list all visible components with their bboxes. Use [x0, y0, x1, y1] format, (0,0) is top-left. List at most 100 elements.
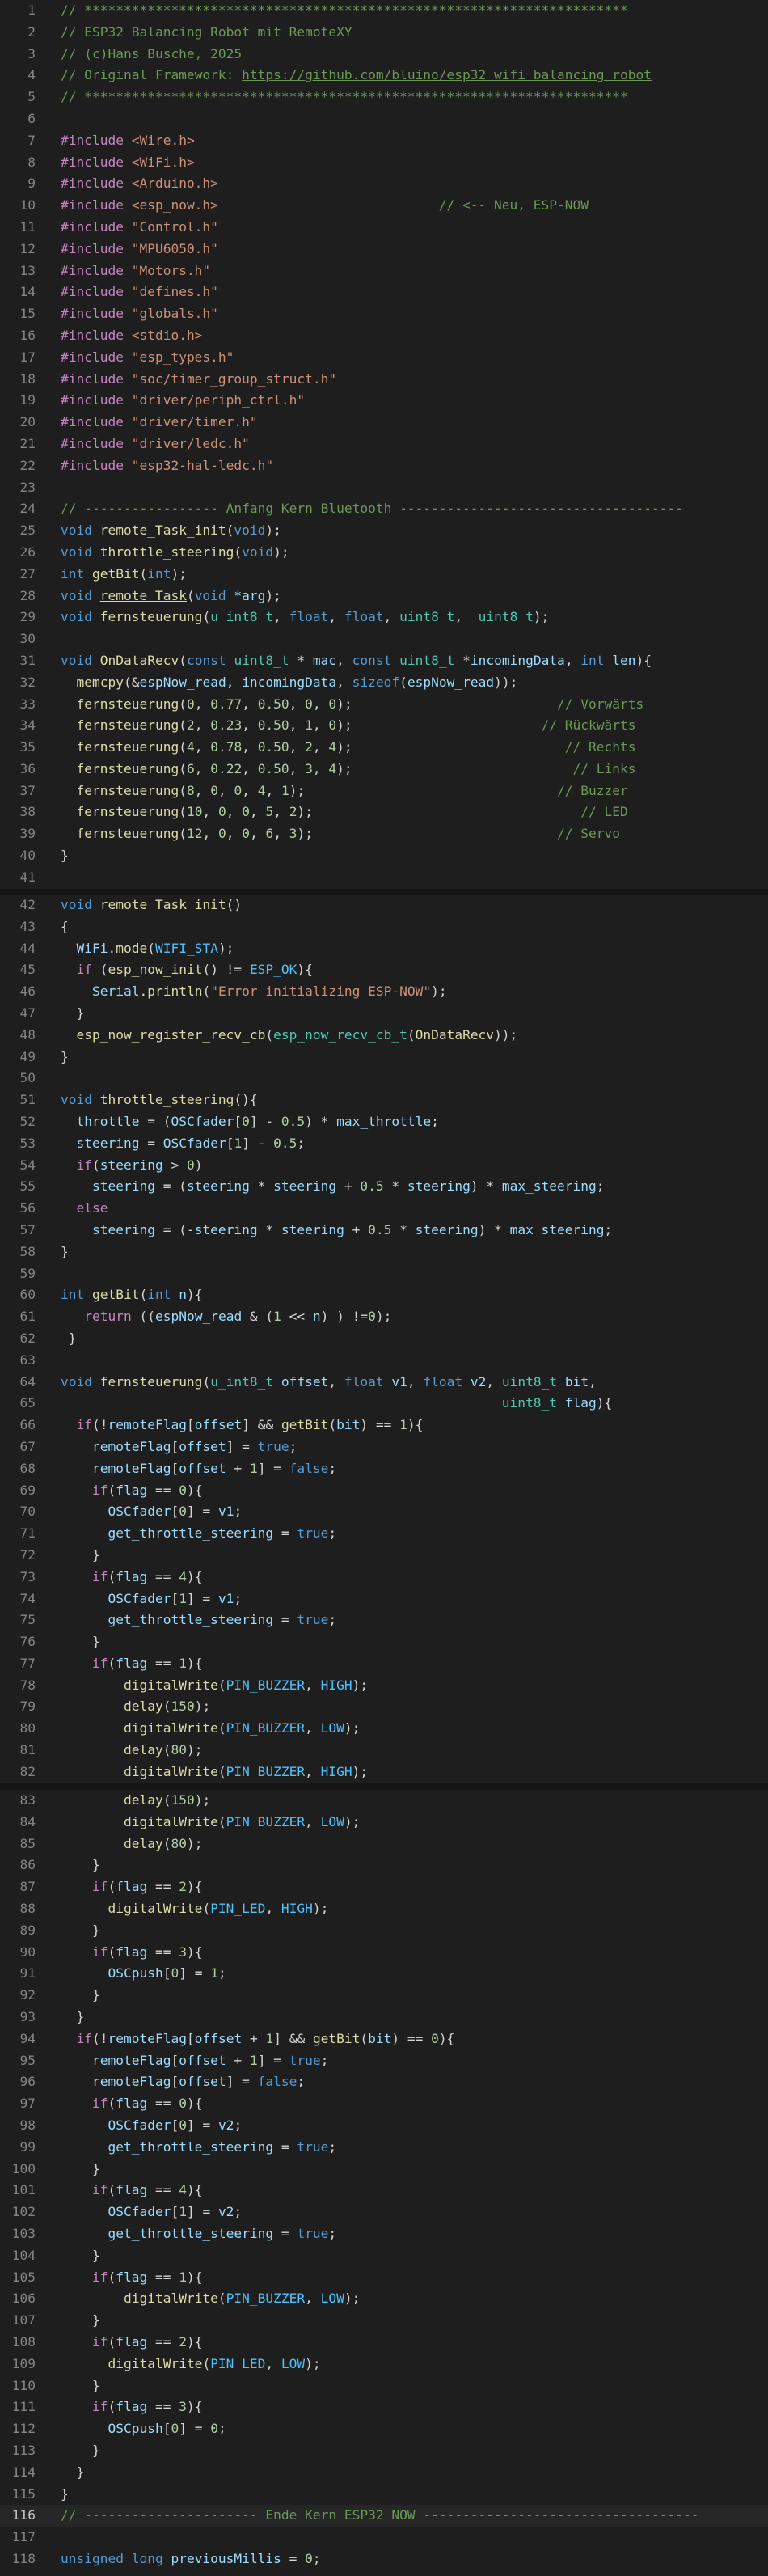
code-line[interactable]: 18 #include "soc/timer_group_struct.h" — [0, 369, 768, 391]
code-line[interactable]: 23 — [0, 477, 768, 499]
code-line[interactable]: 22 #include "esp32-hal-ledc.h" — [0, 455, 768, 477]
code-line[interactable]: 2 // ESP32 Balancing Robot mit RemoteXY — [0, 22, 768, 44]
code-line[interactable]: 85 delay(80); — [0, 1834, 768, 1855]
code-line[interactable]: 79 delay(150); — [0, 1696, 768, 1718]
code-line[interactable]: 116 // ---------------------- Ende Kern E… — [0, 2505, 768, 2527]
code-line[interactable]: 76 } — [0, 1631, 768, 1653]
code-line[interactable]: 35 fernsteuerung(4, 0.78, 0.50, 2, 4); /… — [0, 737, 768, 759]
code-line[interactable]: 37 fernsteuerung(8, 0, 0, 4, 1); // Buzz… — [0, 780, 768, 802]
code-line[interactable]: 84 digitalWrite(PIN_BUZZER, LOW); — [0, 1812, 768, 1834]
code-line[interactable]: 51 void throttle_steering(){ — [0, 1089, 768, 1111]
code-line[interactable]: 59 — [0, 1263, 768, 1285]
code-line[interactable]: 102 OSCfader[1] = v2; — [0, 2202, 768, 2223]
code-line[interactable]: 67 remoteFlag[offset] = true; — [0, 1436, 768, 1458]
code-line[interactable]: 55 steering = (steering * steering + 0.5… — [0, 1176, 768, 1198]
code-line[interactable]: 96 remoteFlag[offset] = false; — [0, 2071, 768, 2093]
code-line[interactable]: 63 — [0, 1350, 768, 1372]
code-line[interactable]: 45 if (esp_now_init() != ESP_OK){ — [0, 959, 768, 981]
code-line[interactable]: 88 digitalWrite(PIN_LED, HIGH); — [0, 1898, 768, 1920]
code-line[interactable]: 107 } — [0, 2310, 768, 2332]
code-line[interactable]: 1 // ************************************… — [0, 0, 768, 22]
code-line[interactable]: 64 void fernsteuerung(u_int8_t offset, fl… — [0, 1372, 768, 1394]
code-line[interactable]: 108 if(flag == 2){ — [0, 2332, 768, 2354]
code-line[interactable]: 66 if(!remoteFlag[offset] && getBit(bit)… — [0, 1415, 768, 1436]
code-line[interactable]: 104 } — [0, 2245, 768, 2267]
code-line[interactable]: 44 WiFi.mode(WIFI_STA); — [0, 938, 768, 960]
code-line[interactable]: 100 } — [0, 2159, 768, 2181]
code-line[interactable]: 95 remoteFlag[offset + 1] = true; — [0, 2050, 768, 2072]
code-line[interactable]: 89 } — [0, 1920, 768, 1942]
code-line[interactable]: 12 #include "MPU6050.h" — [0, 239, 768, 260]
code-line[interactable]: 115} — [0, 2484, 768, 2506]
code-line[interactable]: 10 #include <esp_now.h> // <-- Neu, ESP-N… — [0, 195, 768, 217]
code-line[interactable]: 81 delay(80); — [0, 1740, 768, 1762]
code-line[interactable]: 103 get_throttle_steering = true; — [0, 2223, 768, 2245]
code-line[interactable]: 61 return ((espNow_read & (1 << n) ) !=0… — [0, 1306, 768, 1328]
code-line[interactable]: 40} — [0, 845, 768, 867]
code-line[interactable]: 65 uint8_t flag){ — [0, 1393, 768, 1415]
code-line[interactable]: 6 — [0, 108, 768, 130]
code-line[interactable]: 29 void fernsteuerung(u_int8_t, float, fl… — [0, 607, 768, 628]
code-line[interactable]: 5 // ************************************… — [0, 87, 768, 108]
code-line[interactable]: 52 throttle = (OSCfader[0] - 0.5) * max_… — [0, 1111, 768, 1133]
code-line[interactable]: 14 #include "defines.h" — [0, 281, 768, 303]
code-line[interactable]: 20 #include "driver/timer.h" — [0, 412, 768, 434]
code-line[interactable]: 109 digitalWrite(PIN_LED, LOW); — [0, 2354, 768, 2375]
code-line[interactable]: 19 #include "driver/periph_ctrl.h" — [0, 390, 768, 412]
code-line[interactable]: 4 // Original Framework: https://github.c… — [0, 65, 768, 87]
code-line[interactable]: 57 steering = (-steering * steering + 0.… — [0, 1220, 768, 1241]
code-line[interactable]: 97 if(flag == 0){ — [0, 2093, 768, 2115]
code-line[interactable]: 113 } — [0, 2440, 768, 2462]
code-line[interactable]: 78 digitalWrite(PIN_BUZZER, HIGH); — [0, 1675, 768, 1697]
code-line[interactable]: 86 } — [0, 1855, 768, 1876]
code-line[interactable]: 101 if(flag == 4){ — [0, 2180, 768, 2202]
code-line[interactable]: 70 OSCfader[0] = v1; — [0, 1501, 768, 1523]
code-line[interactable]: 83 delay(150); — [0, 1790, 768, 1812]
code-line[interactable]: 41 — [0, 867, 768, 889]
code-line[interactable]: 34 fernsteuerung(2, 0.23, 0.50, 1, 0); /… — [0, 715, 768, 737]
code-line[interactable]: 98 OSCfader[0] = v2; — [0, 2115, 768, 2137]
code-line[interactable]: 80 digitalWrite(PIN_BUZZER, LOW); — [0, 1718, 768, 1740]
code-line[interactable]: 60 int getBit(int n){ — [0, 1284, 768, 1306]
code-line[interactable]: 8 #include <WiFi.h> — [0, 152, 768, 174]
code-line[interactable]: 99 get_throttle_steering = true; — [0, 2137, 768, 2159]
code-line[interactable]: 9 #include <Arduino.h> — [0, 173, 768, 195]
code-line[interactable]: 118 unsigned long previousMillis = 0; — [0, 2549, 768, 2570]
code-line[interactable]: 31 void OnDataRecv(const uint8_t * mac, c… — [0, 650, 768, 672]
code-line[interactable]: 24 // ----------------- Anfang Kern Bluet… — [0, 498, 768, 520]
code-line[interactable]: 49} — [0, 1047, 768, 1068]
code-line[interactable]: 32 memcpy(&espNow_read, incomingData, si… — [0, 672, 768, 694]
code-line[interactable]: 7 #include <Wire.h> — [0, 130, 768, 152]
code-line[interactable]: 11 #include "Control.h" — [0, 217, 768, 239]
code-line[interactable]: 13 #include "Motors.h" — [0, 260, 768, 282]
code-line[interactable]: 117 — [0, 2527, 768, 2549]
code-line[interactable]: 25 void remote_Task_init(void); — [0, 520, 768, 542]
code-line[interactable]: 111 if(flag == 3){ — [0, 2396, 768, 2418]
code-line[interactable]: 50 — [0, 1068, 768, 1089]
code-line[interactable]: 77 if(flag == 1){ — [0, 1653, 768, 1675]
code-line[interactable]: 54 if(steering > 0) — [0, 1155, 768, 1177]
code-line[interactable]: 90 if(flag == 3){ — [0, 1942, 768, 1964]
code-line[interactable]: 92 } — [0, 1985, 768, 2007]
code-line[interactable]: 62 } — [0, 1328, 768, 1350]
code-line[interactable]: 15 #include "globals.h" — [0, 303, 768, 325]
code-line[interactable]: 27 int getBit(int); — [0, 564, 768, 586]
code-line[interactable]: 28 void remote_Task(void *arg); — [0, 586, 768, 607]
code-line[interactable]: 110 } — [0, 2375, 768, 2397]
code-line[interactable]: 106 digitalWrite(PIN_BUZZER, LOW); — [0, 2288, 768, 2310]
code-line[interactable]: 46 Serial.println("Error initializing ES… — [0, 981, 768, 1003]
code-line[interactable]: 74 OSCfader[1] = v1; — [0, 1588, 768, 1610]
code-line[interactable]: 33 fernsteuerung(0, 0.77, 0.50, 0, 0); /… — [0, 694, 768, 716]
code-line[interactable]: 21 #include "driver/ledc.h" — [0, 434, 768, 455]
code-line[interactable]: 26 void throttle_steering(void); — [0, 542, 768, 564]
code-line[interactable]: 39 fernsteuerung(12, 0, 0, 6, 3); // Ser… — [0, 823, 768, 845]
code-line[interactable]: 71 get_throttle_steering = true; — [0, 1523, 768, 1545]
code-line[interactable]: 42 void remote_Task_init() — [0, 895, 768, 916]
code-line[interactable]: 48 esp_now_register_recv_cb(esp_now_recv… — [0, 1025, 768, 1047]
code-line[interactable]: 105 if(flag == 1){ — [0, 2267, 768, 2289]
code-line[interactable]: 47 } — [0, 1003, 768, 1025]
code-token[interactable]: https://github.com/bluino/esp32_wifi_bal… — [242, 67, 652, 82]
code-line[interactable]: 75 get_throttle_steering = true; — [0, 1609, 768, 1631]
code-line[interactable]: 82 digitalWrite(PIN_BUZZER, HIGH); — [0, 1762, 768, 1783]
code-line[interactable]: 68 remoteFlag[offset + 1] = false; — [0, 1458, 768, 1480]
